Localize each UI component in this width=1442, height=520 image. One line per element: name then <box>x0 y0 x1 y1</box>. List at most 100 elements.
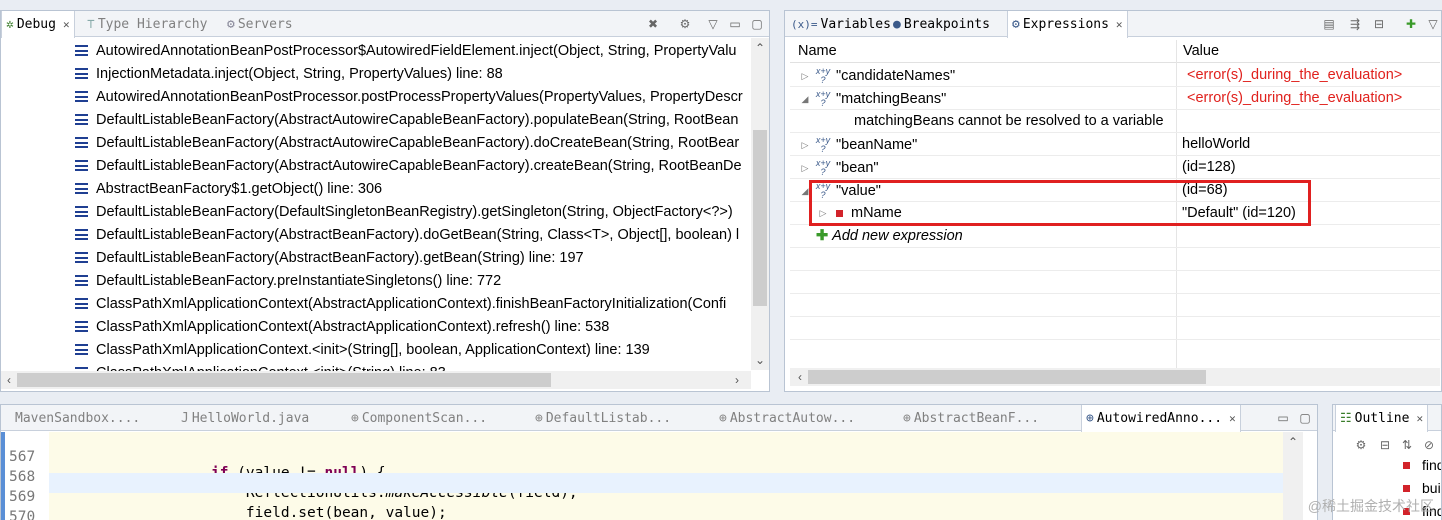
stack-frame[interactable]: ClassPathXmlApplicationContext(AbstractA… <box>75 315 609 338</box>
watch-expression-icon: x+y? <box>815 158 831 177</box>
maximize-icon[interactable]: ▢ <box>749 16 765 32</box>
stack-frame[interactable]: DefaultListableBeanFactory(AbstractAutow… <box>75 108 738 131</box>
code-line[interactable]: 567 if (value != null) { <box>1 433 1283 481</box>
editor-tabbar: MavenSandbox.... J HelloWorld.java ⊕ Compo… <box>1 405 1317 432</box>
expression-row[interactable]: ▷ x+y? "bean" (id=128) <box>790 156 1440 179</box>
column-header-name[interactable]: Name <box>798 43 837 59</box>
stack-frame[interactable]: DefaultListableBeanFactory(AbstractBeanF… <box>75 246 584 269</box>
sort-icon[interactable]: ⇅ <box>1399 437 1415 453</box>
debug-tools-icon[interactable]: ⚙ <box>677 16 693 32</box>
stack-frame-icon <box>75 344 88 355</box>
debug-horizontal-scrollbar[interactable]: ‹ › <box>1 371 751 389</box>
stack-frame-icon <box>75 160 88 171</box>
remove-terminated-icon[interactable]: ✖ <box>645 16 661 32</box>
editor-tab[interactable]: ⊕ AbstractAutow... <box>715 405 859 431</box>
stack-frame-icon <box>75 275 88 286</box>
outline-item[interactable]: find <box>1399 457 1441 473</box>
collapse-icon[interactable]: ⊟ <box>1377 437 1393 453</box>
code-line[interactable]: 568 ReflectionUtils.makeAccessible(field… <box>1 453 1283 501</box>
tab-servers[interactable]: ⚙ Servers <box>223 11 297 37</box>
close-icon[interactable]: ✕ <box>1416 412 1423 425</box>
scroll-up-icon[interactable]: ⌃ <box>752 40 768 56</box>
show-type-names-icon[interactable]: ▤ <box>1321 16 1337 32</box>
outline-item[interactable]: bui <box>1399 480 1441 496</box>
expand-icon[interactable]: ▷ <box>800 140 810 151</box>
expressions-table-header: Name Value <box>790 40 1440 63</box>
hierarchy-icon: ⊤ <box>87 16 95 32</box>
expand-icon[interactable]: ▷ <box>800 71 810 82</box>
stack-frame-icon <box>75 114 88 125</box>
class-file-icon: ⊕ <box>1086 411 1094 426</box>
add-new-expression-row[interactable]: ✚ Add new expression <box>790 225 1440 248</box>
stack-frame-list: AutowiredAnnotationBeanPostProcessor$Aut… <box>1 38 749 380</box>
scrollbar-thumb[interactable] <box>808 370 1206 384</box>
class-file-icon: ⊕ <box>535 410 543 426</box>
editor-tab[interactable]: ⊕ AbstractBeanF... <box>899 405 1043 431</box>
add-expression-icon[interactable]: ✚ <box>1403 16 1419 32</box>
editor-tab-active[interactable]: ⊕ AutowiredAnno... ✕ <box>1081 405 1241 432</box>
scrollbar-thumb[interactable] <box>17 373 551 387</box>
scroll-right-icon[interactable]: › <box>729 372 745 388</box>
scroll-down-icon[interactable]: ⌄ <box>752 352 768 368</box>
scrollbar-thumb[interactable] <box>753 130 767 306</box>
view-menu-icon[interactable]: ▽ <box>705 16 721 32</box>
minimize-icon[interactable]: ▭ <box>1275 410 1291 426</box>
close-icon[interactable]: ✕ <box>1116 18 1123 31</box>
tab-breakpoints[interactable]: ● Breakpoints <box>889 11 994 37</box>
stack-frame[interactable]: AutowiredAnnotationBeanPostProcessor$Aut… <box>75 39 736 62</box>
tab-debug[interactable]: ✲ Debug ✕ <box>1 11 75 38</box>
expressions-horizontal-scrollbar[interactable]: ‹ <box>790 368 1440 386</box>
expression-row[interactable]: ◢ x+y? "matchingBeans" <error(s)_during_th… <box>790 87 1440 110</box>
editor-tab[interactable]: ⊕ ComponentScan... <box>347 405 491 431</box>
expressions-icon: ⚙ <box>1012 17 1020 32</box>
editor-tab[interactable]: MavenSandbox.... <box>11 405 144 431</box>
stack-frame[interactable]: ClassPathXmlApplicationContext(AbstractA… <box>75 292 726 315</box>
stack-frame[interactable]: DefaultListableBeanFactory.preInstantiat… <box>75 269 501 292</box>
stack-frame[interactable]: ClassPathXmlApplicationContext.<init>(St… <box>75 338 650 361</box>
tab-outline[interactable]: ☷ Outline ✕ <box>1335 405 1429 432</box>
stack-frame[interactable]: DefaultListableBeanFactory(AbstractBeanF… <box>75 223 739 246</box>
watch-expression-icon: x+y? <box>815 66 831 85</box>
expression-row[interactable]: matchingBeans cannot be resolved to a va… <box>790 110 1440 133</box>
tab-variables[interactable]: (x)= Variables <box>787 11 895 37</box>
collapse-icon[interactable]: ◢ <box>800 94 810 105</box>
stack-frame[interactable]: InjectionMetadata.inject(Object, String,… <box>75 62 503 85</box>
editor-tab[interactable]: J HelloWorld.java <box>177 405 313 431</box>
expand-icon[interactable]: ▷ <box>800 163 810 174</box>
tab-expressions[interactable]: ⚙ Expressions ✕ <box>1007 11 1128 38</box>
scroll-left-icon[interactable]: ‹ <box>1 372 17 388</box>
hide-fields-icon[interactable]: ⚙ <box>1353 437 1369 453</box>
debug-vertical-scrollbar[interactable]: ⌃ ⌄ <box>751 38 769 370</box>
stack-frame[interactable]: AbstractBeanFactory$1.getObject() line: … <box>75 177 382 200</box>
collapse-all-icon[interactable]: ⇶ <box>1347 16 1363 32</box>
stack-frame-icon <box>75 206 88 217</box>
stack-frame[interactable]: DefaultListableBeanFactory(AbstractAutow… <box>75 154 742 177</box>
stack-frame[interactable]: AutowiredAnnotationBeanPostProcessor.pos… <box>75 85 743 108</box>
column-header-value[interactable]: Value <box>1183 43 1219 59</box>
code-line-current[interactable]: 569 field.set(bean, value); <box>9 473 1283 520</box>
expression-row[interactable]: ▷ x+y? "beanName" helloWorld <box>790 133 1440 156</box>
minimize-icon[interactable]: ▭ <box>727 16 743 32</box>
view-menu-icon[interactable]: ▽ <box>1425 16 1441 32</box>
debug-tabbar: ✲ Debug ✕ ⊤ Type Hierarchy ⚙ Servers ✖ ⚙… <box>1 11 769 38</box>
stack-frame[interactable]: DefaultListableBeanFactory(DefaultSingle… <box>75 200 733 223</box>
stack-frame-icon <box>75 321 88 332</box>
stack-frame[interactable]: DefaultListableBeanFactory(AbstractAutow… <box>75 131 739 154</box>
scroll-left-icon[interactable]: ‹ <box>792 369 808 385</box>
expression-row[interactable]: ▷ x+y? "candidateNames" <error(s)_during_t… <box>790 64 1440 87</box>
hide-static-icon[interactable]: ⊘ <box>1421 437 1437 453</box>
scroll-up-icon[interactable]: ⌃ <box>1285 434 1301 450</box>
watch-expression-icon: x+y? <box>815 89 831 108</box>
editor-tab[interactable]: ⊕ DefaultListab... <box>531 405 675 431</box>
editor-vertical-scrollbar[interactable]: ⌃ <box>1283 432 1303 520</box>
collapse-icon[interactable]: ⊟ <box>1371 16 1387 32</box>
breakpoints-icon: ● <box>893 16 901 32</box>
code-line[interactable]: 571 <box>1 513 1283 520</box>
maximize-icon[interactable]: ▢ <box>1297 410 1313 426</box>
stack-frame-icon <box>75 68 88 79</box>
tab-type-hierarchy[interactable]: ⊤ Type Hierarchy <box>83 11 211 37</box>
code-line[interactable]: 570 } <box>1 493 1283 520</box>
close-icon[interactable]: ✕ <box>1229 412 1236 425</box>
close-icon[interactable]: ✕ <box>63 18 70 31</box>
outline-tabbar: ☷ Outline ✕ <box>1333 405 1441 432</box>
